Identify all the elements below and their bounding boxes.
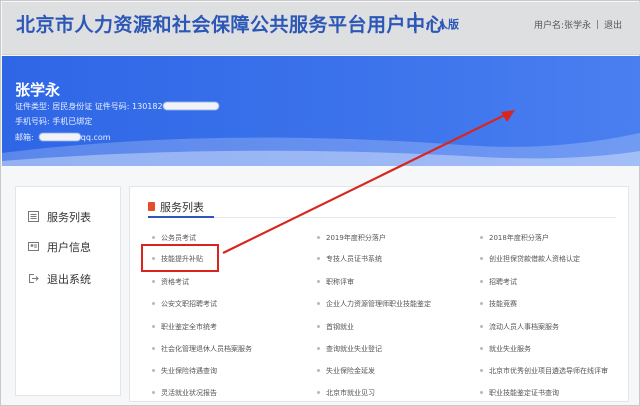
email-info: 邮箱: qq.com [15, 132, 111, 143]
profile-name: 张学永 [15, 81, 61, 99]
id-info: 证件类型: 居民身份证 证件号码: 130182 [15, 101, 219, 112]
section-marker-icon [148, 202, 155, 211]
email-label: 邮箱: [15, 133, 34, 142]
redaction-mask [38, 133, 81, 141]
service-link[interactable]: 企业人力资源管理师职业技能鉴定 [317, 299, 431, 309]
left-sidebar: 服务列表 用户信息 退出系统 [15, 186, 121, 396]
service-link[interactable]: 资格考试 [152, 277, 189, 287]
service-link[interactable]: 灵活就业状况报告 [152, 388, 217, 398]
email-domain: qq.com [80, 133, 111, 142]
profile-banner: 张学永 证件类型: 居民身份证 证件号码: 130182 手机号码: 手机已绑定… [2, 56, 640, 166]
service-link[interactable]: 2018年度积分落户 [480, 233, 549, 243]
list-icon [28, 211, 39, 222]
service-link[interactable]: 创业担保贷款借款人资格认定 [480, 254, 580, 264]
service-link[interactable]: 北京市就业见习 [317, 388, 375, 398]
page-frame: 北京市人力资源和社会保障公共服务平台用户中心 个人版 用户名:张学永 退出 张学永… [0, 0, 640, 406]
service-link[interactable]: 公安文职招聘考试 [152, 299, 217, 309]
sidebar-item-exit[interactable]: 退出系统 [28, 271, 91, 289]
user-icon [28, 242, 39, 251]
service-link[interactable]: 就业失业服务 [480, 344, 531, 354]
service-link[interactable]: 公务员考试 [152, 233, 196, 243]
username-label: 用户名:张学永 [533, 21, 591, 31]
service-link[interactable]: 北京市优秀创业项目遴选导师在线评审 [480, 366, 608, 376]
user-area: 用户名:张学永 退出 [534, 18, 622, 31]
service-link[interactable]: 技能竞赛 [480, 299, 517, 309]
phone-info: 手机号码: 手机已绑定 [15, 117, 93, 126]
service-link[interactable]: 专技人员证书系统 [317, 254, 382, 264]
section-title-underline [148, 216, 214, 218]
service-link[interactable]: 查询就业失业登记 [317, 344, 382, 354]
service-link[interactable]: 失业保险金延发 [317, 366, 375, 376]
service-link[interactable]: 职业技能鉴定证书查询 [480, 388, 559, 398]
service-link[interactable]: 职称评审 [317, 277, 354, 287]
sidebar-item-user-info[interactable]: 用户信息 [28, 239, 91, 257]
title-divider [414, 12, 416, 31]
section-title: 服务列表 [148, 199, 204, 215]
sidebar-item-label: 退出系统 [47, 273, 91, 286]
edition-label: 个人版 [426, 18, 459, 31]
logout-link[interactable]: 退出 [604, 21, 622, 31]
redaction-mask [162, 102, 219, 110]
service-link[interactable]: 招聘考试 [480, 277, 517, 287]
service-link[interactable]: 职业鉴定全市统考 [152, 322, 217, 332]
section-divider [148, 217, 616, 218]
services-panel: 服务列表 公务员考试 2019年度积分落户 2018年度积分落户 技能提升补贴 … [129, 186, 629, 402]
service-link[interactable]: 失业保险待遇查询 [152, 366, 217, 376]
sidebar-item-service-list[interactable]: 服务列表 [28, 209, 91, 227]
id-info-text: 证件类型: 居民身份证 证件号码: 130182 [15, 102, 163, 111]
service-link[interactable]: 流动人员人事档案服务 [480, 322, 559, 332]
exit-icon [29, 274, 39, 283]
sidebar-item-label: 用户信息 [47, 241, 91, 254]
service-link[interactable]: 2019年度积分落户 [317, 233, 386, 243]
top-header: 北京市人力资源和社会保障公共服务平台用户中心 个人版 用户名:张学永 退出 [2, 2, 640, 55]
platform-title: 北京市人力资源和社会保障公共服务平台用户中心 [16, 14, 446, 36]
section-title-text: 服务列表 [160, 201, 204, 214]
annotation-highlight-box [141, 244, 219, 272]
sidebar-item-label: 服务列表 [47, 211, 91, 224]
user-divider [596, 20, 598, 29]
service-link[interactable]: 首钢就业 [317, 322, 354, 332]
service-link[interactable]: 社会化管理退休人员档案服务 [152, 344, 252, 354]
